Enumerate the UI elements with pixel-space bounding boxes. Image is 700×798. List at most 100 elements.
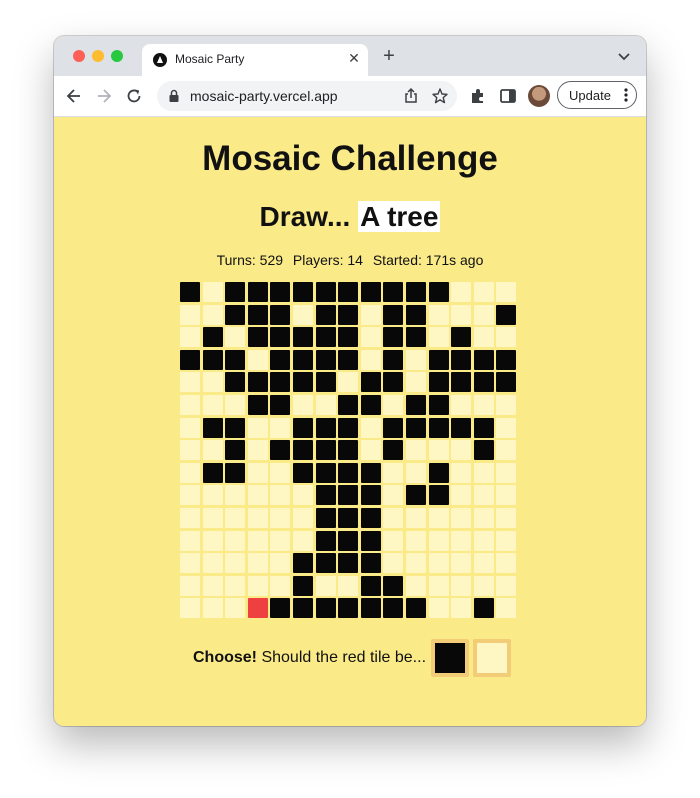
profile-avatar[interactable] — [528, 85, 550, 107]
tile-black — [428, 417, 449, 438]
close-window-button[interactable] — [73, 50, 85, 62]
tile-cream — [473, 304, 494, 325]
tile-black — [315, 349, 336, 370]
tile-black — [315, 440, 336, 461]
tile-cream — [383, 462, 404, 483]
tile-black — [405, 282, 426, 302]
tile-cream — [451, 304, 472, 325]
side-panel-icon[interactable] — [498, 86, 518, 106]
tile-black — [383, 282, 404, 302]
tab-close-icon[interactable]: ✕ — [346, 50, 362, 66]
tile-black — [383, 598, 404, 619]
tile-black — [225, 282, 246, 302]
tile-cream — [180, 417, 200, 438]
tile-cream — [496, 575, 517, 596]
tile-cream — [315, 394, 336, 415]
forward-arrow-icon[interactable] — [94, 86, 114, 106]
tile-cream — [247, 575, 268, 596]
tile-cream — [225, 598, 246, 619]
tile-black — [315, 530, 336, 551]
tile-black — [338, 327, 359, 348]
choose-question: Should the red tile be... — [261, 649, 427, 666]
tile-black — [270, 372, 291, 393]
choose-black-button[interactable] — [431, 639, 469, 677]
tile-cream — [225, 327, 246, 348]
tile-black — [338, 507, 359, 528]
favicon-icon — [153, 53, 167, 67]
tile-black — [405, 485, 426, 506]
tile-black — [451, 417, 472, 438]
tile-cream — [473, 485, 494, 506]
more-vertical-icon[interactable] — [624, 87, 628, 103]
url-text: mosaic-party.vercel.app — [190, 88, 338, 104]
share-icon[interactable] — [402, 87, 420, 105]
tile-cream — [473, 282, 494, 302]
tile-cream — [496, 485, 517, 506]
tile-black — [428, 485, 449, 506]
tile-black — [405, 394, 426, 415]
started-stat: Started: 171s ago — [372, 252, 484, 268]
tile-cream — [270, 575, 291, 596]
browser-tab[interactable]: Mosaic Party ✕ — [142, 44, 368, 76]
tile-cream — [496, 394, 517, 415]
tile-black — [315, 327, 336, 348]
update-button[interactable]: Update — [557, 81, 637, 109]
tile-cream — [496, 598, 517, 619]
tile-black — [270, 394, 291, 415]
tile-cream — [202, 575, 223, 596]
tile-black — [383, 372, 404, 393]
tile-cream — [360, 327, 381, 348]
tile-cream — [405, 372, 426, 393]
page-content: Mosaic Challenge Draw... A tree Turns: 5… — [54, 117, 646, 726]
zoom-window-button[interactable] — [111, 50, 123, 62]
tile-black — [405, 417, 426, 438]
tile-black — [202, 327, 223, 348]
tile-black — [225, 372, 246, 393]
tab-bar: Mosaic Party ✕ + — [54, 36, 646, 76]
tile-cream — [180, 304, 200, 325]
tile-cream — [202, 304, 223, 325]
bookmark-star-icon[interactable] — [431, 87, 449, 105]
tile-black — [202, 417, 223, 438]
tile-black — [270, 282, 291, 302]
tile-black — [473, 349, 494, 370]
choose-cream-button[interactable] — [473, 639, 511, 677]
back-arrow-icon[interactable] — [64, 86, 84, 106]
tile-cream — [428, 598, 449, 619]
tile-cream — [360, 349, 381, 370]
tile-black — [315, 462, 336, 483]
tile-black — [451, 327, 472, 348]
tile-cream — [247, 485, 268, 506]
tile-black — [383, 417, 404, 438]
tile-black — [315, 372, 336, 393]
tile-black — [338, 485, 359, 506]
tile-cream — [225, 530, 246, 551]
address-bar[interactable]: mosaic-party.vercel.app — [157, 81, 457, 111]
lock-icon[interactable] — [168, 89, 180, 103]
tile-cream — [428, 304, 449, 325]
reload-icon[interactable] — [124, 86, 144, 106]
tile-cream — [405, 440, 426, 461]
tile-cream — [247, 553, 268, 574]
tile-black — [270, 440, 291, 461]
extensions-icon[interactable] — [468, 86, 488, 106]
new-tab-button[interactable]: + — [379, 46, 399, 66]
turns-stat: Turns: 529 — [216, 252, 284, 268]
tile-black — [292, 553, 313, 574]
tile-cream — [270, 417, 291, 438]
tile-black — [428, 462, 449, 483]
tile-black — [360, 575, 381, 596]
tile-cream — [202, 553, 223, 574]
browser-toolbar: mosaic-party.vercel.app Update — [54, 76, 646, 117]
chevron-down-icon[interactable] — [616, 48, 632, 64]
tile-cream — [496, 282, 517, 302]
tile-cream — [496, 440, 517, 461]
tile-black — [292, 282, 313, 302]
tile-black — [405, 304, 426, 325]
tile-cream — [496, 530, 517, 551]
tile-cream — [383, 485, 404, 506]
tile-black — [292, 372, 313, 393]
tile-cream — [247, 507, 268, 528]
tile-black — [360, 462, 381, 483]
minimize-window-button[interactable] — [92, 50, 104, 62]
